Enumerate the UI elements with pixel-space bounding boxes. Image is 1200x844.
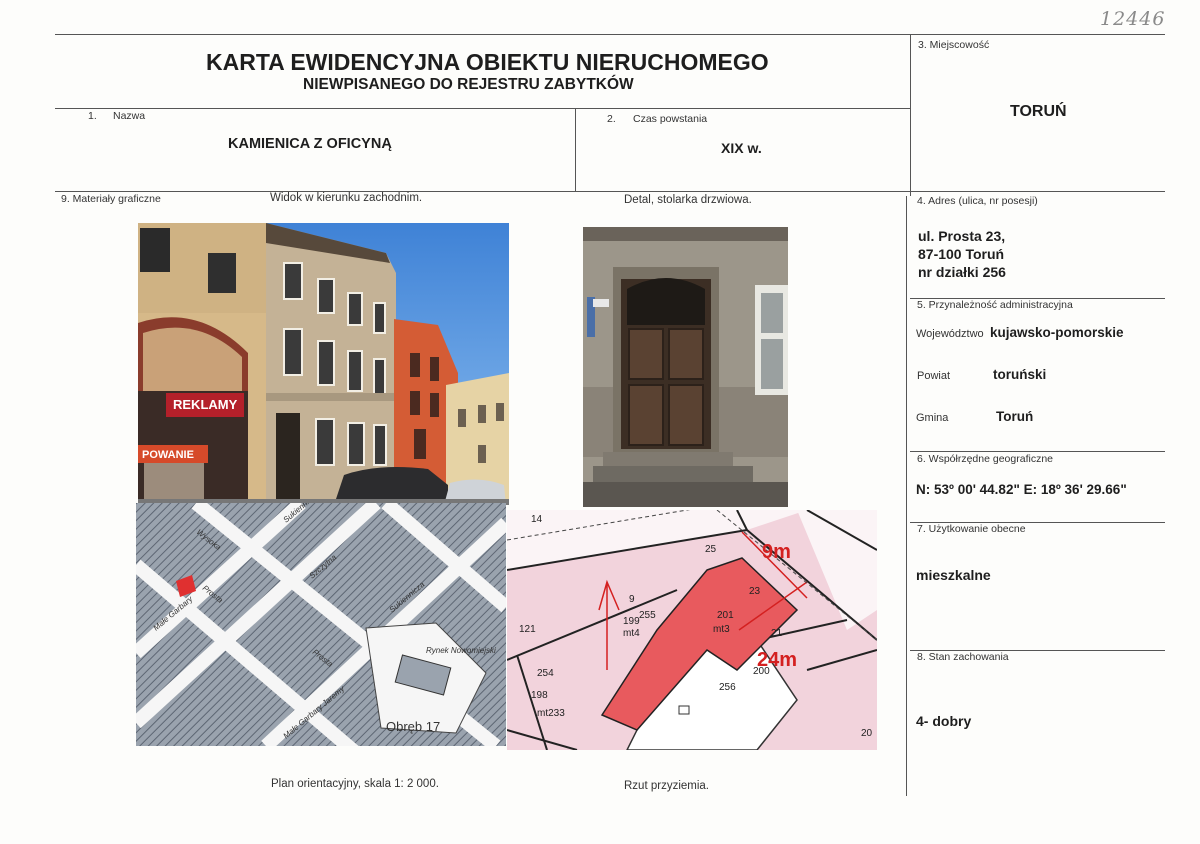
county-label: Powiat	[917, 370, 951, 382]
name-label: Nazwa	[113, 110, 146, 122]
time-value: XIX w.	[721, 140, 762, 156]
address-line3: nr działki 256	[918, 264, 1006, 280]
parcel-198: 198	[531, 690, 548, 701]
address-line2: 87-100 Toruń	[918, 246, 1005, 262]
usage-label: 7. Użytkowanie obecne	[917, 523, 1026, 535]
ground-plan-map: 14 25 9 255 199 mt4 201 mt3 23 21 200 12…	[507, 510, 877, 750]
commune-value: Toruń	[996, 409, 1034, 424]
dimension-9m: 9m	[762, 541, 791, 563]
county-value: toruński	[993, 367, 1047, 382]
sign-reklamy: REKLAMY	[173, 397, 238, 412]
name-label-num: 1.	[88, 110, 97, 122]
divider-v-right	[906, 196, 907, 796]
admin-bottom-line	[910, 451, 1165, 452]
condition-label: 8. Stan zachowania	[917, 651, 1009, 663]
usage-value: mieszkalne	[916, 567, 991, 583]
obreb-label: Obręb 17	[386, 719, 440, 734]
locality-value: TORUŃ	[1010, 103, 1067, 120]
parcel-23: 23	[749, 586, 761, 597]
condition-value: 4- dobry	[916, 713, 972, 729]
parcel-254: 254	[537, 668, 554, 679]
commune-label: Gmina	[916, 412, 949, 424]
page-subtitle: NIEWPISANEGO DO REJESTRU ZABYTKÓW	[303, 76, 634, 93]
map2-caption: Rzut przyziemia.	[624, 780, 709, 792]
parcel-25: 25	[705, 544, 717, 555]
parcel-201: 201	[717, 610, 734, 621]
top-border	[55, 34, 1165, 35]
parcel-mt233: mt233	[537, 708, 565, 719]
parcel-199: 199	[623, 616, 640, 627]
name-value: KAMIENICA Z OFICYNĄ	[228, 136, 392, 152]
parcel-9: 9	[629, 594, 635, 605]
parcel-mt4: mt4	[623, 628, 640, 639]
dimension-24m: 24m	[757, 649, 797, 671]
voivodeship-value: kujawsko-pomorskie	[990, 325, 1124, 340]
row1-bottom-line	[55, 191, 1165, 192]
handwritten-number: 12446	[1100, 8, 1166, 30]
street-view-photo: REKLAMY POWANIE	[138, 223, 509, 505]
time-label-num: 2.	[607, 113, 616, 125]
parcel-20: 20	[861, 728, 873, 739]
photo1-caption: Widok w kierunku zachodnim.	[270, 192, 423, 204]
page-title: KARTA EWIDENCYJNA OBIEKTU NIERUCHOMEGO	[206, 49, 769, 75]
square-label: Rynek Nowomiejski	[426, 646, 496, 655]
voivodeship-label: Województwo	[916, 328, 984, 340]
divider-v-right-top	[910, 34, 911, 196]
address-label: 4. Adres (ulica, nr posesji)	[917, 195, 1038, 207]
parcel-121: 121	[519, 624, 536, 635]
time-label: Czas powstania	[633, 113, 708, 125]
photo2-caption: Detal, stolarka drzwiowa.	[624, 194, 752, 206]
orientation-map: Prosta Prosta Małe Garbary Sukiennicza S…	[136, 503, 506, 746]
address-line1: ul. Prosta 23,	[918, 228, 1006, 244]
admin-label: 5. Przynależność administracyjna	[917, 299, 1073, 311]
divider-name-time	[575, 108, 576, 192]
parcel-mt3: mt3	[713, 624, 730, 635]
graphics-label: 9. Materiały graficzne	[61, 193, 161, 205]
title-bottom-line	[55, 108, 910, 109]
parcel-255: 255	[639, 610, 656, 621]
door-detail-photo	[583, 227, 788, 507]
parcel-256: 256	[719, 682, 736, 693]
coords-label: 6. Współrzędne geograficzne	[917, 453, 1053, 465]
sign-powanie: POWANIE	[142, 449, 194, 461]
map1-caption: Plan orientacyjny, skala 1: 2 000.	[271, 778, 439, 790]
coords-value: N: 53º 00' 44.82" E: 18º 36' 29.66"	[916, 482, 1127, 497]
locality-label: 3. Miejscowość	[918, 39, 990, 51]
parcel-21: 21	[771, 628, 783, 639]
parcel-14: 14	[531, 514, 543, 525]
